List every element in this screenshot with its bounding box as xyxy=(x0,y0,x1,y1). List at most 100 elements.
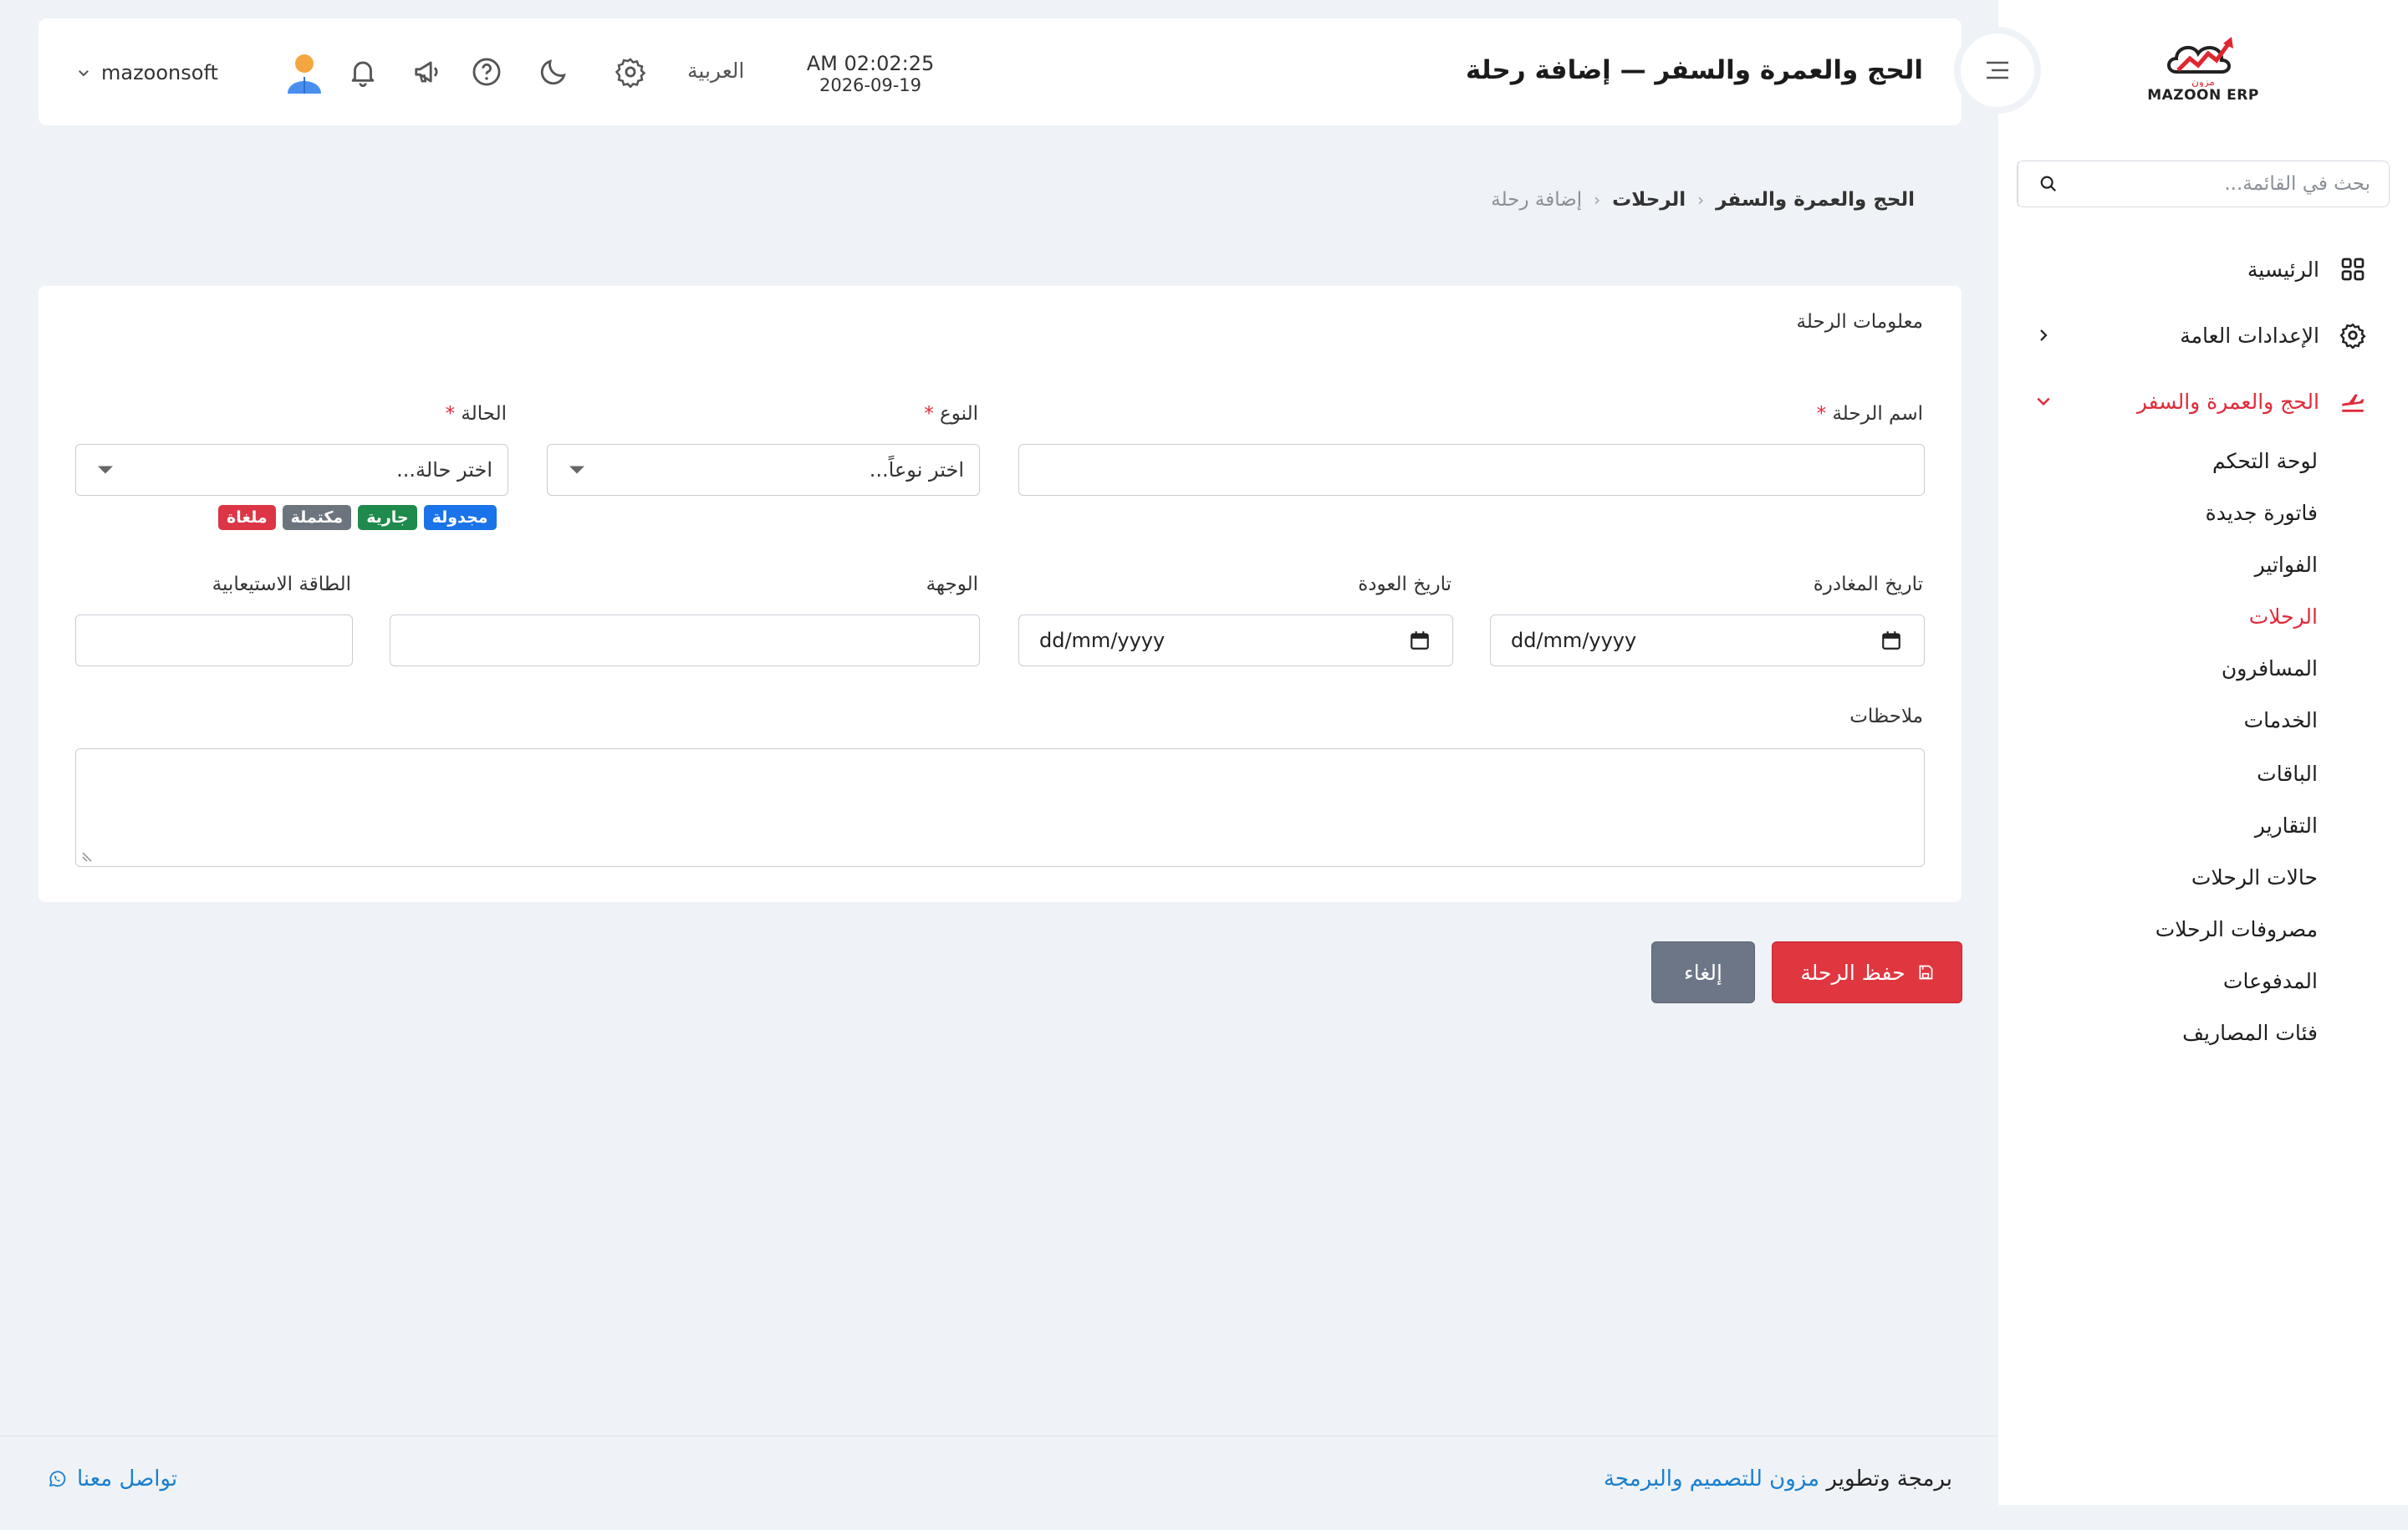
sidebar-item-general-settings[interactable]: الإعدادات العامة xyxy=(1998,312,2408,359)
mazoon-logo[interactable]: مزون MAZOON ERP xyxy=(2128,33,2278,117)
search-icon xyxy=(2040,176,2056,192)
caret-down-icon xyxy=(98,466,113,474)
sidebar-subitem-expense-categories[interactable]: فئات المصاريف xyxy=(2182,1015,2318,1052)
logo-icon: مزون xyxy=(2167,37,2233,87)
clock: AM 02:02:25 2026-09-19 xyxy=(795,52,946,95)
return-date-field[interactable]: dd/mm/yyyy xyxy=(1018,615,1453,666)
capacity-field[interactable] xyxy=(75,615,353,666)
grid-icon xyxy=(2338,254,2368,284)
username: mazoonsoft xyxy=(101,61,218,84)
breadcrumb-current: إضافة رحلة xyxy=(1491,189,1583,211)
trip-name-field[interactable] xyxy=(1018,444,1925,496)
sidebar-subitem-packages[interactable]: الباقات xyxy=(2257,756,2318,793)
clock-time: AM 02:02:25 xyxy=(806,52,935,75)
section-title: معلومات الرحلة xyxy=(1796,311,1923,333)
breadcrumb-hajj-umrah-travel[interactable]: الحج والعمرة والسفر xyxy=(1716,189,1915,211)
whatsapp-icon xyxy=(49,1471,66,1487)
language-switcher[interactable]: العربية xyxy=(687,59,744,83)
trip-name-label: اسم الرحلة * xyxy=(1816,403,1923,425)
plane-icon xyxy=(2338,386,2368,416)
notes-textarea[interactable] xyxy=(75,748,1925,867)
save-trip-button[interactable]: حفظ الرحلة xyxy=(1772,941,1962,1003)
sidebar-subitem-trip-statuses[interactable]: حالات الرحلات xyxy=(2191,859,2318,896)
badge-completed: مكتملة xyxy=(282,505,352,530)
gear-icon xyxy=(2338,320,2368,350)
user-menu[interactable]: mazoonsoft xyxy=(76,52,321,94)
chevron-left-icon: ‹ xyxy=(1594,190,1601,210)
sidebar-search xyxy=(2017,161,2390,207)
sidebar-subitem-travelers[interactable]: المسافرون xyxy=(2222,650,2318,687)
footer-credit-prefix: برمجة وتطوير xyxy=(1826,1466,1952,1492)
capacity-label: الطاقة الاستيعابية xyxy=(212,574,351,595)
cancel-button[interactable]: إلغاء xyxy=(1651,941,1755,1003)
status-badges: ملغاة مكتملة جارية مجدولة xyxy=(218,505,497,530)
logo-text: MAZOON ERP xyxy=(2147,87,2259,104)
search-button[interactable] xyxy=(2018,161,2078,207)
caret-down-icon xyxy=(569,466,584,474)
calendar-icon[interactable] xyxy=(1880,630,1902,651)
clock-date: 2026-09-19 xyxy=(819,75,922,95)
megaphone-icon xyxy=(415,61,438,83)
return-date-label: تاريخ العودة xyxy=(1358,574,1451,595)
chevron-down-icon xyxy=(2032,390,2055,413)
page-title: الحج والعمرة والسفر — إضافة رحلة xyxy=(1466,55,1923,85)
gear-icon xyxy=(615,58,646,88)
settings-button[interactable] xyxy=(610,52,650,92)
footer-credit: برمجة وتطوير مزون للتصميم والبرمجة xyxy=(1604,1466,1952,1492)
status-select[interactable]: اختر حالة... xyxy=(75,444,508,496)
destination-label: الوجهة xyxy=(926,574,978,595)
menu-icon xyxy=(1987,61,2008,79)
trip-name-input[interactable] xyxy=(1019,445,1924,495)
sidebar-subitem-trip-expenses[interactable]: مصروفات الرحلات xyxy=(2155,911,2318,948)
sidebar-subitem-trips[interactable]: الرحلات xyxy=(2249,599,2318,635)
sidebar-subitem-invoices[interactable]: الفواتير xyxy=(2255,547,2318,584)
sidebar-subitem-services[interactable]: الخدمات xyxy=(2244,702,2318,739)
breadcrumb: الحج والعمرة والسفر ‹ الرحلات ‹ إضافة رح… xyxy=(1491,189,1915,211)
type-label: النوع * xyxy=(924,403,978,425)
contact-link[interactable]: تواصل معنا xyxy=(47,1466,177,1492)
departure-date-field[interactable]: dd/mm/yyyy xyxy=(1490,615,1925,666)
sidebar-search-input[interactable] xyxy=(2078,161,2389,207)
departure-date-value: dd/mm/yyyy xyxy=(1511,629,1637,652)
save-icon xyxy=(1919,965,1932,980)
footer-credit-link[interactable]: مزون للتصميم والبرمجة xyxy=(1604,1466,1819,1492)
sidebar-subitem-new-invoice[interactable]: فاتورة جديدة xyxy=(2206,495,2318,532)
capacity-input[interactable] xyxy=(76,615,352,666)
destination-input[interactable] xyxy=(390,615,979,666)
sidebar-item-label: الحج والعمرة والسفر xyxy=(2136,389,2319,414)
bell-icon xyxy=(351,61,375,87)
sidebar: مزون MAZOON ERP الرئيسية الإعدادات العام… xyxy=(1998,0,2408,1505)
badge-ongoing: جارية xyxy=(358,505,417,530)
sidebar-item-label: الإعدادات العامة xyxy=(2180,323,2319,348)
chevron-left-icon: ‹ xyxy=(1697,190,1705,210)
avatar xyxy=(285,52,324,97)
status-select-value: اختر حالة... xyxy=(396,458,492,482)
dark-mode-toggle[interactable] xyxy=(533,52,574,92)
sidebar-subitem-reports[interactable]: التقارير xyxy=(2255,808,2318,844)
chevron-down-icon xyxy=(79,70,89,77)
top-header: الحج والعمرة والسفر — إضافة رحلة AM 02:0… xyxy=(38,18,1962,125)
sidebar-item-home[interactable]: الرئيسية xyxy=(1998,246,2408,293)
save-trip-label: حفظ الرحلة xyxy=(1800,960,1905,985)
resize-grip-icon[interactable] xyxy=(81,851,93,863)
notes-label: ملاحظات xyxy=(1849,706,1923,727)
destination-field[interactable] xyxy=(390,615,980,666)
contact-label: تواصل معنا xyxy=(77,1466,178,1492)
breadcrumb-trips[interactable]: الرحلات xyxy=(1612,189,1686,211)
logo-subtext: مزون xyxy=(2191,76,2215,87)
sidebar-subitem-payments[interactable]: المدفوعات xyxy=(2223,963,2318,1000)
badge-cancelled: ملغاة xyxy=(218,505,276,530)
help-button[interactable] xyxy=(467,52,507,92)
trip-info-card: معلومات الرحلة اسم الرحلة * النوع * الحا… xyxy=(38,286,1962,902)
chevron-right-icon xyxy=(2032,324,2055,347)
calendar-icon[interactable] xyxy=(1409,630,1431,651)
badge-scheduled: مجدولة xyxy=(423,505,497,530)
announcements-button[interactable] xyxy=(408,52,448,92)
sidebar-toggle-button[interactable] xyxy=(1961,33,2034,107)
sidebar-item-hajj-umrah-travel[interactable]: الحج والعمرة والسفر xyxy=(1998,378,2408,425)
notifications-button[interactable] xyxy=(343,52,383,92)
type-select[interactable]: اختر نوعاً... xyxy=(547,444,980,496)
sidebar-item-label: الرئيسية xyxy=(2247,257,2319,282)
sidebar-subitem-dashboard[interactable]: لوحة التحكم xyxy=(2212,443,2318,480)
status-label: الحالة * xyxy=(445,403,507,425)
